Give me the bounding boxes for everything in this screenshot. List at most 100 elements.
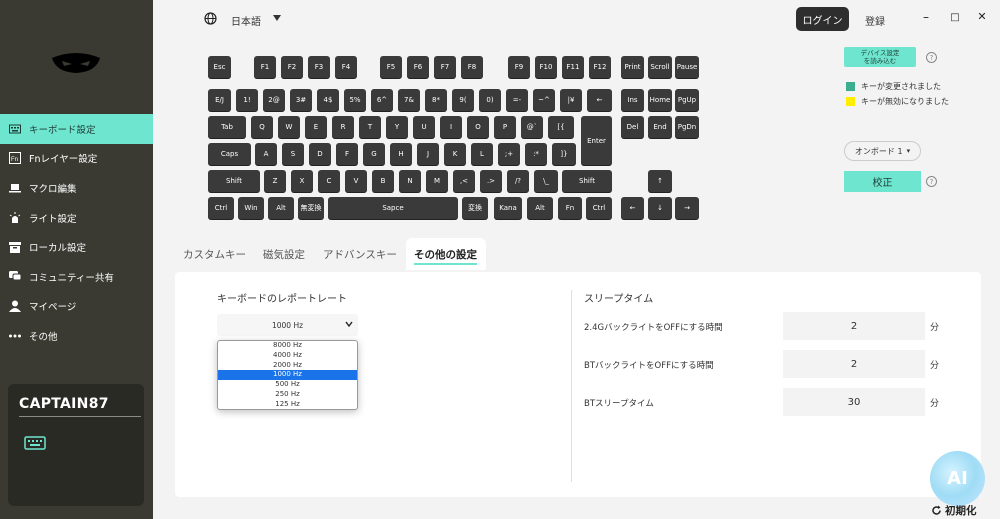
key[interactable]: PgDn <box>675 116 699 138</box>
key[interactable]: ← <box>587 89 612 111</box>
key[interactable]: F6 <box>407 56 429 78</box>
sidebar-item-local[interactable]: ローカル設定 <box>0 232 153 262</box>
close-button[interactable]: ✕ <box>975 10 989 23</box>
key[interactable]: ]} <box>552 143 576 165</box>
key[interactable]: J <box>417 143 439 165</box>
key[interactable]: Esc <box>208 56 231 78</box>
key[interactable]: \_ <box>534 170 558 192</box>
key[interactable]: Q <box>251 116 273 138</box>
key[interactable]: 0) <box>479 89 501 111</box>
key[interactable]: Home <box>648 89 672 111</box>
key[interactable]: :* <box>525 143 547 165</box>
key[interactable]: → <box>675 197 699 219</box>
key[interactable]: Ins <box>621 89 644 111</box>
key[interactable]: [{ <box>548 116 574 138</box>
key[interactable]: V <box>345 170 367 192</box>
key[interactable]: Z <box>264 170 286 192</box>
key[interactable]: Scroll <box>648 56 672 78</box>
key[interactable]: @` <box>521 116 543 138</box>
key[interactable]: L <box>471 143 493 165</box>
key[interactable]: ,< <box>453 170 475 192</box>
help-icon[interactable]: ? <box>926 52 937 63</box>
key[interactable]: 9( <box>452 89 474 111</box>
key[interactable]: N <box>399 170 421 192</box>
dropdown-option[interactable]: 4000 Hz <box>218 351 357 361</box>
key[interactable]: ~^ <box>533 89 555 111</box>
key[interactable]: F <box>336 143 358 165</box>
globe-icon[interactable] <box>204 12 217 25</box>
ai-assistant-button[interactable]: AI <box>930 451 985 506</box>
device-card[interactable]: CAPTAIN87 <box>8 384 144 506</box>
key[interactable]: ↑ <box>648 170 672 192</box>
tab-custom-key[interactable]: カスタムキー <box>183 247 246 262</box>
tab-magnetic[interactable]: 磁気設定 <box>263 247 305 262</box>
key[interactable]: T <box>359 116 381 138</box>
sidebar-item-light[interactable]: ライト設定 <box>0 203 153 233</box>
dropdown-option[interactable]: 8000 Hz <box>218 341 357 351</box>
sidebar-item-mypage[interactable]: マイページ <box>0 292 153 322</box>
dropdown-option[interactable]: 125 Hz <box>218 400 357 410</box>
key[interactable]: B <box>372 170 394 192</box>
key[interactable]: F7 <box>434 56 456 78</box>
tab-advance-key[interactable]: アドバンスキー <box>323 247 397 262</box>
key[interactable]: Shift <box>208 170 260 192</box>
onboard-profile-select[interactable]: オンボード 1 ▾ <box>844 141 921 161</box>
key[interactable]: P <box>494 116 516 138</box>
sleep-bt-backlight-input[interactable]: 2 <box>783 350 925 378</box>
key[interactable]: ;+ <box>498 143 520 165</box>
key[interactable]: F1 <box>254 56 276 78</box>
report-rate-select[interactable]: 1000 Hz <box>217 314 358 336</box>
key[interactable]: Alt <box>527 197 553 219</box>
register-button[interactable]: 登録 <box>865 13 885 28</box>
key[interactable]: M <box>426 170 448 192</box>
reset-button[interactable]: 初期化 <box>931 503 977 518</box>
key[interactable]: F8 <box>461 56 483 78</box>
key[interactable]: ← <box>621 197 644 219</box>
key[interactable]: E <box>305 116 327 138</box>
key[interactable]: E/J <box>208 89 231 111</box>
key[interactable]: W <box>278 116 300 138</box>
sleep-bt-sleep-input[interactable]: 30 <box>783 388 925 416</box>
key[interactable]: F9 <box>508 56 530 78</box>
key[interactable]: .> <box>480 170 502 192</box>
key[interactable]: F11 <box>562 56 584 78</box>
tab-other-settings[interactable]: その他の設定 <box>414 247 477 262</box>
key[interactable]: 8* <box>425 89 447 111</box>
key[interactable]: F3 <box>308 56 330 78</box>
key[interactable]: 7& <box>398 89 420 111</box>
key[interactable]: PgUp <box>675 89 699 111</box>
key[interactable]: Tab <box>208 116 246 138</box>
key[interactable]: 6^ <box>371 89 393 111</box>
key[interactable]: F5 <box>380 56 402 78</box>
key[interactable]: S <box>282 143 304 165</box>
key[interactable]: Caps <box>208 143 251 165</box>
key[interactable]: 3# <box>290 89 312 111</box>
key[interactable]: =- <box>506 89 528 111</box>
key[interactable]: |¥ <box>560 89 582 111</box>
key[interactable]: 5% <box>344 89 366 111</box>
dropdown-option[interactable]: 500 Hz <box>218 380 357 390</box>
help-icon[interactable]: ? <box>926 176 937 187</box>
sidebar-item-keyboard-settings[interactable]: キーボード設定 <box>0 114 153 144</box>
key[interactable]: Pause <box>675 56 699 78</box>
key[interactable]: F10 <box>535 56 557 78</box>
key[interactable]: ↓ <box>648 197 672 219</box>
chevron-down-icon[interactable] <box>273 15 281 21</box>
minimize-button[interactable]: – <box>919 10 933 24</box>
dropdown-option-selected[interactable]: 1000 Hz <box>218 370 357 381</box>
key[interactable]: Alt <box>268 197 294 219</box>
key[interactable]: U <box>413 116 435 138</box>
key[interactable]: 4$ <box>317 89 339 111</box>
sidebar-item-other[interactable]: その他 <box>0 321 153 351</box>
key[interactable]: F4 <box>335 56 357 78</box>
key[interactable]: H <box>390 143 412 165</box>
key[interactable]: G <box>363 143 385 165</box>
sleep-24g-input[interactable]: 2 <box>783 312 925 340</box>
key[interactable]: Print <box>621 56 644 78</box>
key[interactable]: Fn <box>558 197 582 219</box>
key[interactable]: 変換 <box>462 197 488 219</box>
key[interactable]: C <box>318 170 340 192</box>
key[interactable]: D <box>309 143 331 165</box>
key[interactable]: R <box>332 116 354 138</box>
language-selector[interactable]: 日本語 <box>231 13 261 28</box>
